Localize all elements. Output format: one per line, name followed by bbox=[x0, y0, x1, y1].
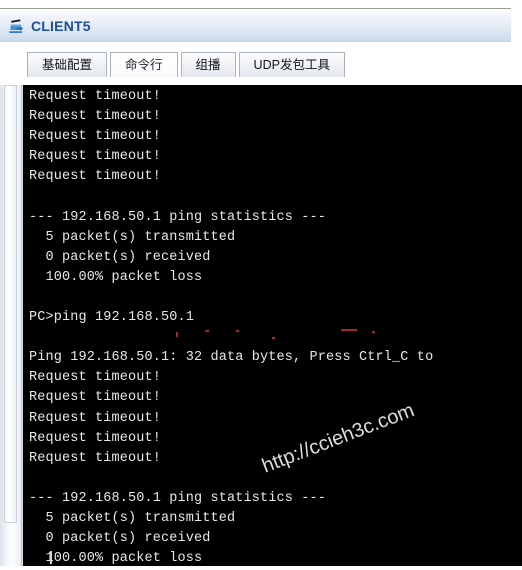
tab-command-line[interactable]: 命令行 bbox=[110, 52, 178, 77]
console-line: 0 packet(s) received bbox=[29, 249, 211, 265]
tab-multicast[interactable]: 组播 bbox=[180, 52, 236, 77]
console-line: 5 packet(s) transmitted bbox=[29, 510, 236, 526]
console-line: --- 192.168.50.1 ping statistics --- bbox=[29, 209, 327, 225]
console-area: Request timeout! Request timeout! Request … bbox=[0, 85, 522, 570]
console-scrollbar[interactable] bbox=[0, 85, 22, 570]
console-line: Ping 192.168.50.1: 32 data bytes, Press … bbox=[29, 350, 434, 366]
console-line: --- 192.168.50.1 ping statistics --- bbox=[29, 490, 327, 506]
window-title: CLIENT5 bbox=[31, 17, 91, 34]
console-output[interactable]: Request timeout! Request timeout! Request … bbox=[23, 85, 522, 570]
console-line: Request timeout! bbox=[29, 109, 162, 125]
console-line: Request timeout! bbox=[29, 410, 162, 426]
window-bottom-edge bbox=[0, 566, 522, 570]
console-line: Request timeout! bbox=[29, 450, 162, 466]
console-line: Request timeout! bbox=[29, 129, 162, 145]
tab-list: 基础配置 命令行 组播 UDP发包工具 bbox=[27, 52, 345, 77]
pc-terminal-icon bbox=[7, 16, 27, 36]
console-line: 5 packet(s) transmitted bbox=[29, 229, 236, 245]
console-line: 100.00% packet loss bbox=[29, 269, 203, 285]
console-scrollbar-thumb[interactable] bbox=[4, 85, 17, 523]
client5-window: CLIENT5 基础配置 命令行 组播 UDP发包工具 Request time… bbox=[0, 0, 522, 570]
console-line-list: Request timeout! Request timeout! Request … bbox=[23, 85, 522, 570]
console-line: Request timeout! bbox=[29, 149, 162, 165]
tab-strip: 基础配置 命令行 组播 UDP发包工具 bbox=[0, 42, 522, 86]
console-line: Request timeout! bbox=[29, 390, 162, 406]
console-line: Request timeout! bbox=[29, 370, 162, 386]
tab-basic-config[interactable]: 基础配置 bbox=[27, 52, 108, 77]
window-titlebar[interactable]: CLIENT5 bbox=[0, 8, 511, 42]
console-line: Request timeout! bbox=[29, 169, 162, 185]
console-line: Request timeout! bbox=[29, 430, 162, 446]
tab-udp-packet-tool[interactable]: UDP发包工具 bbox=[238, 52, 345, 77]
console-line: 0 packet(s) received bbox=[29, 531, 211, 547]
console-caret bbox=[50, 551, 52, 564]
console-line: PC>ping 192.168.50.1 bbox=[29, 310, 195, 326]
console-line: Request timeout! bbox=[29, 89, 162, 104]
window-top-strip bbox=[0, 0, 522, 8]
